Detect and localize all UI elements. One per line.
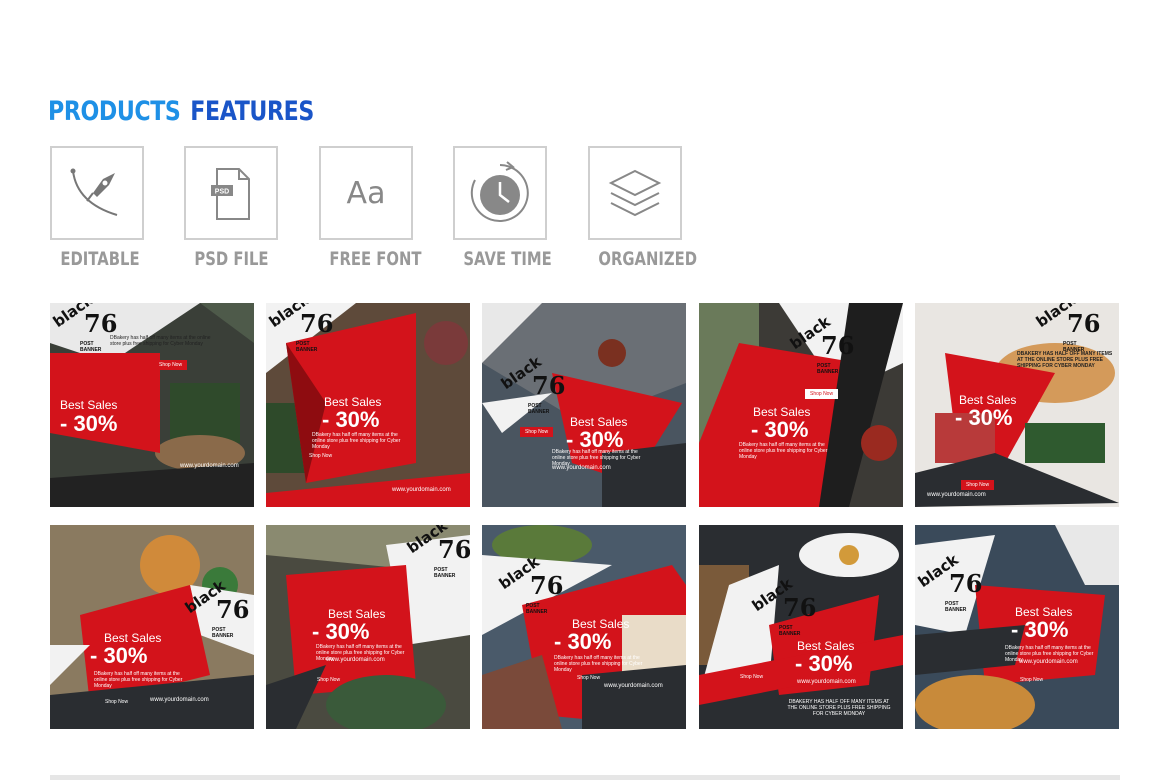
feature-label: EDITABLE — [60, 248, 140, 270]
domain-text: www.yourdomain.com — [797, 679, 856, 685]
discount-text: - 30% — [60, 411, 118, 436]
promo-description: DBakery has half off many items at the o… — [110, 335, 211, 347]
logo-subtitle: POST BANNER — [817, 363, 839, 375]
banner-preview-3: black 76 POST BANNER Shop Now Best Sales -… — [482, 303, 686, 507]
shop-now-button[interactable]: Shop Now — [100, 697, 133, 707]
logo-number: 76 — [216, 595, 250, 624]
shop-now-button[interactable]: Shop Now — [805, 389, 839, 399]
title-word-products: PRODUCTS — [48, 96, 181, 127]
domain-text: www.yourdomain.com — [326, 657, 385, 663]
banner-preview-2: black 76 POST BANNER Best Sales - 30% DBak… — [266, 303, 470, 507]
bottom-divider — [50, 775, 1120, 780]
logo-number: 76 — [530, 571, 564, 600]
logo-number: 76 — [532, 371, 566, 400]
logo-number: 76 — [438, 535, 470, 564]
brand-logo: black 76 POST BANNER — [404, 525, 470, 579]
domain-text: www.yourdomain.com — [392, 487, 451, 493]
brand-logo: black 76 POST BANNER — [915, 551, 983, 613]
logo-subtitle: POST BANNER — [945, 601, 967, 613]
shop-now-button[interactable]: Shop Now — [735, 672, 768, 682]
brand-logo: black 76 POST BANNER — [182, 577, 250, 639]
domain-text: www.yourdomain.com — [552, 465, 611, 471]
domain-text: www.yourdomain.com — [1019, 659, 1078, 665]
font-icon: Aa — [346, 175, 386, 211]
banner-preview-10: black 76 POST BANNER Best Sales - 30% DBak… — [915, 525, 1119, 729]
promo-description: DBakery has half off many items at the o… — [312, 432, 401, 450]
feature-label: ORGANIZED — [598, 248, 698, 270]
feature-box: PSD — [184, 146, 278, 240]
feature-box — [50, 146, 144, 240]
logo-subtitle: POST BANNER — [528, 403, 550, 415]
feature-editable: EDITABLE — [50, 146, 144, 270]
promo-description: DBakery has half off many items at the o… — [739, 442, 828, 460]
feature-free-font: Aa FREE FONT — [319, 146, 422, 270]
feature-organized: ORGANIZED — [588, 146, 698, 270]
discount-text: - 30% — [554, 629, 612, 654]
brand-logo: black 76 POST BANNER — [1033, 303, 1101, 353]
logo-number: 76 — [821, 331, 855, 360]
layers-icon — [608, 169, 662, 217]
domain-text: www.yourdomain.com — [180, 463, 239, 469]
banner-preview-7: black 76 POST BANNER Best Sales - 30% DBak… — [266, 525, 470, 729]
discount-text: - 30% — [312, 619, 370, 644]
psd-badge-text: PSD — [215, 189, 229, 196]
discount-text: - 30% — [751, 417, 809, 442]
logo-subtitle: POST BANNER — [296, 341, 318, 353]
shop-now-button[interactable]: Shop Now — [572, 673, 605, 683]
promo-description: DBakery has half off many items at the o… — [554, 655, 643, 673]
logo-number: 76 — [783, 593, 817, 622]
banner-preview-6: black 76 POST BANNER Best Sales - 30% DBak… — [50, 525, 254, 729]
logo-number: 76 — [300, 309, 334, 338]
shop-now-button[interactable]: Shop Now — [520, 427, 554, 437]
brand-logo: black 76 POST BANNER — [266, 303, 334, 353]
discount-text: - 30% — [322, 407, 380, 432]
feature-label: PSD FILE — [194, 248, 269, 270]
banner-preview-1: black 76 POST BANNER DBakery has half off … — [50, 303, 254, 507]
promo-description: DBAKERY HAS HALF OFF MANY ITEMS AT THE O… — [787, 699, 891, 717]
logo-subtitle: POST BANNER — [779, 625, 801, 637]
logo-number: 76 — [949, 569, 983, 598]
feature-box: Aa — [319, 146, 413, 240]
discount-text: - 30% — [955, 405, 1013, 430]
feature-label: FREE FONT — [329, 248, 422, 270]
domain-text: www.yourdomain.com — [927, 492, 986, 498]
promo-description: DBAKERY HAS HALF OFF MANY ITEMS AT THE O… — [1017, 351, 1113, 369]
brand-logo: black 76 POST BANNER — [498, 353, 566, 415]
shop-now-button[interactable]: Shop Now — [304, 451, 337, 461]
feature-label: SAVE TIME — [463, 248, 552, 270]
feature-box — [453, 146, 547, 240]
feature-save-time: SAVE TIME — [453, 146, 552, 270]
psd-file-icon: PSD — [211, 168, 250, 220]
banner-preview-9: black 76 POST BANNER Best Sales - 30% www.… — [699, 525, 903, 729]
brand-logo: black 76 POST BANNER — [787, 313, 855, 375]
brand-logo: black 76 POST BANNER — [50, 303, 118, 353]
banner-preview-5: black 76 POST BANNER DBAKERY HAS HALF OFF … — [915, 303, 1119, 507]
brand-logo: black 76 POST BANNER — [496, 553, 564, 615]
domain-text: www.yourdomain.com — [150, 697, 209, 703]
clock-icon — [470, 161, 529, 222]
discount-text: - 30% — [1011, 617, 1069, 642]
domain-text: www.yourdomain.com — [604, 683, 663, 689]
banner-preview-4: black 76 POST BANNER Shop Now Best Sales -… — [699, 303, 903, 507]
logo-subtitle: POST BANNER — [526, 603, 548, 615]
discount-text: - 30% — [795, 651, 853, 676]
brand-logo: black 76 POST BANNER — [749, 575, 817, 637]
feature-psd-file: PSD PSD FILE — [184, 146, 278, 270]
pen-tool-icon — [70, 168, 118, 216]
page-title: PRODUCTS FEATURES — [48, 96, 314, 127]
promo-description: DBakery has half off many items at the o… — [94, 671, 183, 689]
shop-now-button[interactable]: Shop Now — [1015, 675, 1048, 685]
shop-now-button[interactable]: Shop Now — [154, 360, 188, 370]
logo-number: 76 — [1067, 309, 1101, 338]
banner-preview-8: black 76 POST BANNER Best Sales - 30% DBak… — [482, 525, 686, 729]
logo-number: 76 — [84, 309, 118, 338]
discount-text: - 30% — [90, 643, 148, 668]
shop-now-button[interactable]: Shop Now — [961, 480, 995, 490]
shop-now-button[interactable]: Shop Now — [312, 675, 345, 685]
title-word-features: FEATURES — [190, 96, 314, 127]
logo-subtitle: POST BANNER — [434, 567, 456, 579]
logo-subtitle: POST BANNER — [212, 627, 234, 639]
promo-headline: Best Sales — [60, 398, 118, 412]
feature-box — [588, 146, 682, 240]
